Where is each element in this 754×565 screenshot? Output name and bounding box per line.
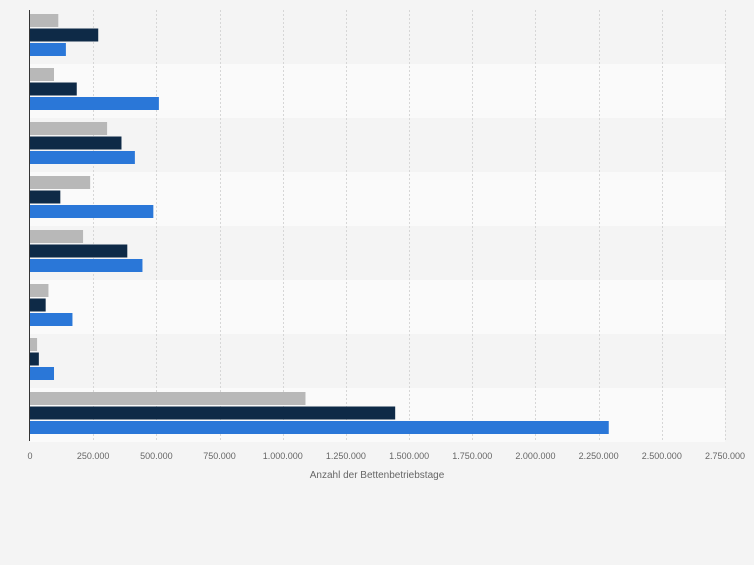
bar (30, 136, 122, 150)
bar (30, 284, 49, 297)
bar (30, 122, 108, 135)
bar (30, 205, 154, 218)
x-tick-label: 2.000.000 (515, 451, 555, 461)
bar (30, 68, 55, 81)
bar (30, 43, 66, 56)
bar-chart-svg: 0 250.000 500.000 750.000 1.000.000 1.250.000… (27, 10, 745, 481)
bar (30, 244, 128, 258)
bar (30, 97, 159, 110)
bar (30, 313, 73, 326)
bar (30, 14, 59, 27)
x-tick-label: 1.250.000 (326, 451, 366, 461)
x-tick-label: 1.500.000 (389, 451, 429, 461)
bar (30, 259, 143, 272)
bar (30, 406, 396, 420)
row-band (30, 10, 725, 64)
bar (30, 298, 46, 312)
x-tick-label: 1.750.000 (452, 451, 492, 461)
row-band (30, 280, 725, 334)
x-tick-label: 250.000 (77, 451, 110, 461)
bar (30, 367, 55, 380)
bar (30, 352, 39, 366)
x-tick-label: 0 (27, 451, 32, 461)
bar (30, 190, 61, 204)
row-bands (30, 10, 725, 442)
x-tick-label: 1.000.000 (263, 451, 303, 461)
bar (30, 338, 38, 351)
row-band (30, 334, 725, 388)
x-tick-label: 2.250.000 (579, 451, 619, 461)
x-tick-label: 500.000 (140, 451, 173, 461)
x-tick-label: 2.750.000 (705, 451, 745, 461)
x-axis-label: Anzahl der Bettenbetriebstage (310, 470, 445, 481)
chart: 0 250.000 500.000 750.000 1.000.000 1.250.000… (0, 0, 754, 560)
x-axis-ticks: 0 250.000 500.000 750.000 1.000.000 1.250.000… (27, 451, 745, 461)
x-tick-label: 2.500.000 (642, 451, 682, 461)
bar (30, 151, 135, 164)
x-tick-label: 750.000 (203, 451, 236, 461)
bar (30, 176, 91, 189)
bar (30, 392, 306, 405)
bar (30, 82, 77, 96)
bar (30, 28, 99, 42)
bar (30, 230, 84, 243)
bar (30, 421, 609, 434)
